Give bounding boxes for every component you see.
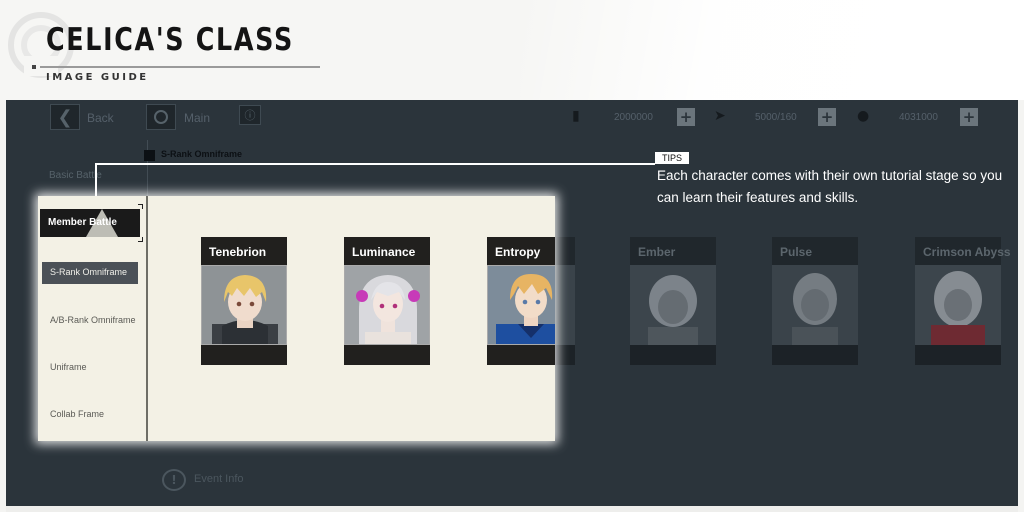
card-footer bbox=[772, 345, 858, 365]
character-card-tenebrion[interactable]: Tenebrion bbox=[201, 237, 287, 365]
callout-line bbox=[95, 163, 655, 165]
ticket-icon: ▮ bbox=[572, 108, 580, 124]
wing-icon: ➤ bbox=[714, 108, 726, 124]
circle-icon bbox=[154, 110, 168, 124]
section-header: S-Rank Omniframe bbox=[144, 149, 444, 163]
portrait-image bbox=[915, 265, 1001, 345]
event-info-label: Event Info bbox=[194, 473, 244, 485]
tab-member-battle[interactable]: Member Battle bbox=[40, 209, 140, 237]
main-label: Main bbox=[184, 111, 211, 125]
character-portrait bbox=[344, 265, 430, 345]
back-label: Back bbox=[87, 111, 114, 125]
character-name: Entropy bbox=[487, 237, 555, 265]
info-button[interactable]: ⓘ bbox=[239, 105, 261, 125]
tips-text: Each character comes with their own tuto… bbox=[657, 168, 1003, 205]
resource-value: 2000000 bbox=[614, 112, 653, 123]
portrait-image bbox=[345, 266, 429, 344]
main-button[interactable] bbox=[146, 104, 176, 130]
character-name: Pulse bbox=[772, 237, 858, 265]
add-resource-button[interactable]: + bbox=[960, 108, 978, 126]
portrait-image bbox=[488, 266, 555, 344]
portrait-image bbox=[202, 266, 286, 344]
character-name: Ember bbox=[630, 237, 716, 265]
add-resource-button[interactable]: + bbox=[818, 108, 836, 126]
title-divider bbox=[40, 66, 320, 68]
character-card[interactable]: Ember bbox=[630, 237, 716, 365]
character-name: Tenebrion bbox=[201, 237, 287, 265]
page-title: CELICA'S CLASS bbox=[46, 22, 294, 58]
character-portrait bbox=[772, 265, 858, 345]
resource-value: 4031000 bbox=[899, 112, 938, 123]
sidebar-item-uniframe[interactable]: Uniframe bbox=[42, 357, 138, 379]
info-icon: ! bbox=[162, 469, 186, 491]
character-portrait bbox=[915, 265, 1001, 345]
card-footer bbox=[487, 345, 555, 365]
title-dot bbox=[32, 65, 36, 69]
frame-bottom-edge bbox=[6, 506, 1018, 512]
character-card[interactable]: Pulse bbox=[772, 237, 858, 365]
add-resource-button[interactable]: + bbox=[677, 108, 695, 126]
menu-divider bbox=[146, 196, 148, 441]
character-card[interactable]: Crimson Abyss bbox=[915, 237, 1011, 365]
page-subtitle: IMAGE GUIDE bbox=[46, 72, 149, 83]
card-footer bbox=[344, 345, 430, 365]
sidebar-item-collab-frame[interactable]: Collab Frame bbox=[42, 404, 138, 426]
coin-icon: ● bbox=[857, 108, 870, 124]
section-title: S-Rank Omniframe bbox=[161, 149, 243, 159]
character-portrait bbox=[201, 265, 287, 345]
corner-mark bbox=[138, 237, 143, 242]
square-icon bbox=[144, 150, 155, 161]
portrait-image bbox=[772, 265, 858, 345]
event-info-button[interactable]: ! Event Info bbox=[162, 468, 292, 492]
back-button[interactable]: ❮ bbox=[50, 104, 80, 130]
character-portrait bbox=[487, 265, 555, 345]
character-card-luminance[interactable]: Luminance bbox=[344, 237, 430, 365]
character-portrait bbox=[630, 265, 716, 345]
portrait-image bbox=[630, 265, 716, 345]
card-footer bbox=[630, 345, 716, 365]
top-bar: ❮ Back Main ⓘ ▮ 2000000 + ➤ 5000/160 + ●… bbox=[6, 100, 1018, 136]
sidebar-item-basic-battle[interactable]: Basic Battle bbox=[49, 170, 102, 181]
character-name: Luminance bbox=[344, 237, 430, 265]
resource-value: 5000/160 bbox=[755, 112, 797, 123]
character-name: Crimson Abyss bbox=[915, 237, 1011, 265]
sidebar-item-s-rank[interactable]: S-Rank Omniframe bbox=[42, 262, 138, 284]
tips-badge: TIPS bbox=[655, 152, 689, 164]
highlight-panel: Member Battle S-Rank Omniframe A/B-Rank … bbox=[38, 196, 555, 441]
sidebar-item-ab-rank[interactable]: A/B-Rank Omniframe bbox=[42, 310, 138, 332]
tab-label: Member Battle bbox=[48, 217, 117, 228]
card-footer bbox=[915, 345, 1001, 365]
corner-mark bbox=[138, 204, 143, 209]
header-fade bbox=[520, 0, 1024, 100]
character-card-entropy[interactable]: Entropy bbox=[487, 237, 555, 365]
info-icon: ⓘ bbox=[244, 109, 256, 122]
card-footer bbox=[201, 345, 287, 365]
chevron-left-icon: ❮ bbox=[57, 106, 73, 128]
